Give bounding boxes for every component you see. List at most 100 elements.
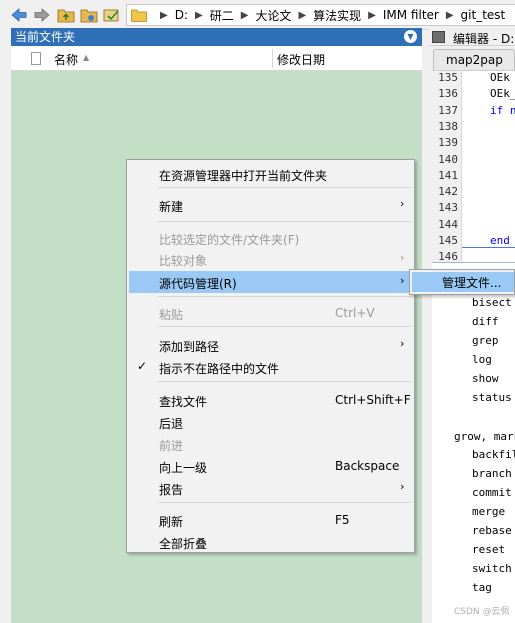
editor-icon <box>432 31 445 43</box>
submenu-arrow-icon: › <box>400 337 405 350</box>
menu-item-shortcut: Ctrl+Shift+F <box>335 393 411 407</box>
menu-item-label: 向上一级 <box>159 461 208 475</box>
line-number: 146 <box>438 250 458 262</box>
console-line: bisect <box>472 296 512 309</box>
context-menu: 在资源管理器中打开当前文件夹 新建 › 比较选定的文件/文件夹(F) 比较对象 › 源代码管… <box>126 159 415 553</box>
menu-separator <box>157 326 412 327</box>
breadcrumb-separator-icon: ▶ <box>445 9 454 21</box>
console-line: grep <box>472 334 499 347</box>
console-line: merge <box>472 505 506 518</box>
line-number: 142 <box>438 185 458 198</box>
breadcrumb-item[interactable]: 大论文 <box>255 7 291 24</box>
address-bar[interactable]: ▶ D: ▶ 研二 ▶ 大论文 ▶ 算法实现 ▶ IMM filter ▶ gi… <box>126 4 515 26</box>
console-line: tag <box>472 581 492 594</box>
editor-title-bar: 编辑器 - D: <box>429 28 515 46</box>
name-column-header[interactable]: 名称 <box>54 51 78 68</box>
menu-item-label: 比较选定的文件/文件夹(F) <box>159 233 300 247</box>
breadcrumb-separator-icon: ▶ <box>160 9 168 21</box>
menu-item-label: 指示不在路径中的文件 <box>159 362 280 376</box>
source-control-submenu: 管理文件... <box>409 269 515 295</box>
console-line: switch <box>472 562 512 575</box>
menu-separator <box>157 381 412 382</box>
breadcrumb-item[interactable]: D: <box>175 8 188 22</box>
menu-item-label: 管理文件... <box>442 276 502 290</box>
code-area[interactable]: 135 OEk 136 OEk_ 137 if n 138 139 140 141 142 143 14… <box>432 70 515 262</box>
menu-item-label: 比较对象 <box>159 254 208 268</box>
context-menu-item[interactable]: 在资源管理器中打开当前文件夹 <box>129 163 412 185</box>
menu-item-shortcut: Ctrl+V <box>335 306 375 320</box>
toolbar: ▶ D: ▶ 研二 ▶ 大论文 ▶ 算法实现 ▶ IMM filter ▶ gi… <box>0 0 515 30</box>
context-menu-item[interactable]: 报告 › <box>129 477 412 499</box>
column-header: 名称 ▲ 修改日期 <box>11 46 422 71</box>
find-folder-icon[interactable] <box>103 6 121 24</box>
submenu-arrow-icon: › <box>400 274 405 287</box>
menu-item-label: 全部折叠 <box>159 537 208 551</box>
console-line: diff <box>472 315 499 328</box>
context-menu-item[interactable]: 刷新 F5 <box>129 509 412 531</box>
breadcrumb-item[interactable]: git_test <box>461 8 506 22</box>
checkmark-icon: ✓ <box>137 359 148 373</box>
console-line: commit <box>472 486 512 499</box>
context-menu-item[interactable]: 源代码管理(R) › <box>129 271 412 293</box>
editor-tab[interactable]: map2pap <box>433 49 515 70</box>
menu-item-label: 前进 <box>159 439 184 453</box>
menu-item-label: 在资源管理器中打开当前文件夹 <box>159 169 328 183</box>
editor-title: 编辑器 - D: <box>453 32 515 46</box>
section-divider <box>462 247 515 248</box>
line-number: 139 <box>438 136 458 149</box>
line-number: 138 <box>438 120 458 133</box>
line-number: 145 <box>438 234 458 247</box>
up-folder-icon[interactable] <box>57 6 75 24</box>
submenu-arrow-icon: › <box>400 480 405 493</box>
context-menu-item[interactable]: 新建 › <box>129 194 412 216</box>
modified-column-header[interactable]: 修改日期 <box>277 51 325 68</box>
menu-separator <box>157 187 412 188</box>
context-menu-item: 比较选定的文件/文件夹(F) <box>129 227 412 249</box>
breadcrumb-item[interactable]: 算法实现 <box>313 7 361 24</box>
menu-item-label: 刷新 <box>159 515 184 529</box>
context-menu-item[interactable]: 添加到路径 › <box>129 334 412 356</box>
context-menu-item[interactable]: 全部折叠 <box>129 531 412 553</box>
code-line: end <box>490 234 510 247</box>
context-menu-item[interactable]: 查找文件 Ctrl+Shift+F <box>129 389 412 411</box>
context-menu-item: 比较对象 › <box>129 248 412 270</box>
line-number: 144 <box>438 218 458 231</box>
code-line: if n <box>490 104 515 117</box>
manage-files-menu-item[interactable]: 管理文件... <box>412 272 514 292</box>
console-line: log <box>472 353 492 366</box>
breadcrumb-separator-icon: ▶ <box>195 9 203 21</box>
column-divider[interactable] <box>272 49 273 68</box>
context-menu-item: 前进 <box>129 433 412 455</box>
command-window[interactable]: bisect diff grep log show status grow, mark bac… <box>432 262 515 623</box>
console-line: show <box>472 372 499 385</box>
sort-ascending-icon: ▲ <box>83 53 90 62</box>
context-menu-item[interactable]: ✓ 指示不在路径中的文件 <box>129 356 412 378</box>
line-number: 135 <box>438 71 458 84</box>
menu-separator <box>157 221 412 222</box>
console-line: rebase <box>472 524 512 537</box>
breadcrumb-separator-icon: ▶ <box>298 9 307 21</box>
console-line: grow, mark <box>454 430 515 443</box>
browse-folder-icon[interactable] <box>80 6 98 24</box>
watermark: CSDN @云佩 <box>454 607 510 617</box>
menu-item-label: 后退 <box>159 417 184 431</box>
breadcrumb-item[interactable]: IMM filter <box>383 8 439 22</box>
breadcrumb-item[interactable]: 研二 <box>210 7 234 24</box>
menu-item-label: 报告 <box>159 483 184 497</box>
breadcrumb-separator-icon: ▶ <box>368 9 376 21</box>
back-arrow-icon[interactable] <box>10 6 28 24</box>
forward-arrow-icon[interactable] <box>33 6 51 24</box>
line-number: 143 <box>438 201 458 214</box>
context-menu-item[interactable]: 后退 <box>129 411 412 433</box>
line-number: 141 <box>438 169 458 182</box>
code-line: OEk <box>490 71 510 84</box>
submenu-arrow-icon: › <box>400 197 405 210</box>
menu-item-label: 粘贴 <box>159 308 184 322</box>
context-menu-item: 粘贴 Ctrl+V <box>129 302 412 324</box>
context-menu-item[interactable]: 向上一级 Backspace <box>129 455 412 477</box>
menu-item-label: 新建 <box>159 200 184 214</box>
file-type-icon <box>31 52 41 65</box>
current-folder-title: 当前文件夹 ▼ <box>11 28 422 46</box>
panel-menu-icon[interactable]: ▼ <box>404 30 417 43</box>
line-number: 136 <box>438 87 458 100</box>
